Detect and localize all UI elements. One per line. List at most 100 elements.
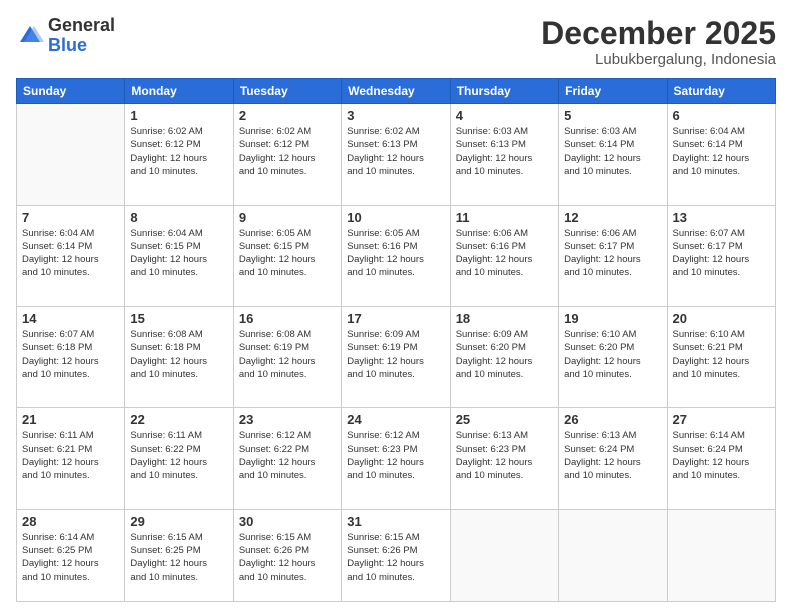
day-info: Sunrise: 6:10 AM Sunset: 6:21 PM Dayligh… xyxy=(673,328,770,381)
header: General Blue December 2025 Lubukbergalun… xyxy=(16,16,776,68)
day-number: 11 xyxy=(456,210,553,225)
day-info: Sunrise: 6:04 AM Sunset: 6:15 PM Dayligh… xyxy=(130,227,227,280)
day-cell-2-0-2: 2 Sunrise: 6:02 AM Sunset: 6:12 PM Dayli… xyxy=(233,104,341,205)
day-number: 25 xyxy=(456,412,553,427)
day-number: 24 xyxy=(347,412,444,427)
day-cell-27-3-6: 27 Sunrise: 6:14 AM Sunset: 6:24 PM Dayl… xyxy=(667,408,775,509)
day-info: Sunrise: 6:15 AM Sunset: 6:25 PM Dayligh… xyxy=(130,531,227,584)
day-cell-24-3-3: 24 Sunrise: 6:12 AM Sunset: 6:23 PM Dayl… xyxy=(342,408,450,509)
day-info: Sunrise: 6:10 AM Sunset: 6:20 PM Dayligh… xyxy=(564,328,661,381)
week-row-2: 7 Sunrise: 6:04 AM Sunset: 6:14 PM Dayli… xyxy=(17,205,776,306)
logo: General Blue xyxy=(16,16,115,56)
day-number: 17 xyxy=(347,311,444,326)
week-row-5: 28 Sunrise: 6:14 AM Sunset: 6:25 PM Dayl… xyxy=(17,509,776,601)
day-info: Sunrise: 6:02 AM Sunset: 6:12 PM Dayligh… xyxy=(239,125,336,178)
day-number: 27 xyxy=(673,412,770,427)
day-number: 16 xyxy=(239,311,336,326)
day-cell-31-4-3: 31 Sunrise: 6:15 AM Sunset: 6:26 PM Dayl… xyxy=(342,509,450,601)
day-info: Sunrise: 6:13 AM Sunset: 6:24 PM Dayligh… xyxy=(564,429,661,482)
weekday-header-row: Sunday Monday Tuesday Wednesday Thursday… xyxy=(17,79,776,104)
day-cell-9-1-2: 9 Sunrise: 6:05 AM Sunset: 6:15 PM Dayli… xyxy=(233,205,341,306)
day-cell-18-2-4: 18 Sunrise: 6:09 AM Sunset: 6:20 PM Dayl… xyxy=(450,307,558,408)
day-number: 7 xyxy=(22,210,119,225)
day-cell-5-0-5: 5 Sunrise: 6:03 AM Sunset: 6:14 PM Dayli… xyxy=(559,104,667,205)
day-number: 3 xyxy=(347,108,444,123)
day-info: Sunrise: 6:09 AM Sunset: 6:19 PM Dayligh… xyxy=(347,328,444,381)
day-cell-7-1-0: 7 Sunrise: 6:04 AM Sunset: 6:14 PM Dayli… xyxy=(17,205,125,306)
day-cell-19-2-5: 19 Sunrise: 6:10 AM Sunset: 6:20 PM Dayl… xyxy=(559,307,667,408)
day-cell-6-0-6: 6 Sunrise: 6:04 AM Sunset: 6:14 PM Dayli… xyxy=(667,104,775,205)
day-number: 22 xyxy=(130,412,227,427)
day-cell-1-0-1: 1 Sunrise: 6:02 AM Sunset: 6:12 PM Dayli… xyxy=(125,104,233,205)
day-cell-15-2-1: 15 Sunrise: 6:08 AM Sunset: 6:18 PM Dayl… xyxy=(125,307,233,408)
day-cell-10-1-3: 10 Sunrise: 6:05 AM Sunset: 6:16 PM Dayl… xyxy=(342,205,450,306)
day-cell-14-2-0: 14 Sunrise: 6:07 AM Sunset: 6:18 PM Dayl… xyxy=(17,307,125,408)
calendar-table: Sunday Monday Tuesday Wednesday Thursday… xyxy=(16,78,776,602)
day-info: Sunrise: 6:15 AM Sunset: 6:26 PM Dayligh… xyxy=(347,531,444,584)
day-cell-13-1-6: 13 Sunrise: 6:07 AM Sunset: 6:17 PM Dayl… xyxy=(667,205,775,306)
day-number: 9 xyxy=(239,210,336,225)
logo-icon xyxy=(16,22,44,50)
day-info: Sunrise: 6:13 AM Sunset: 6:23 PM Dayligh… xyxy=(456,429,553,482)
day-info: Sunrise: 6:07 AM Sunset: 6:18 PM Dayligh… xyxy=(22,328,119,381)
day-info: Sunrise: 6:05 AM Sunset: 6:16 PM Dayligh… xyxy=(347,227,444,280)
day-number: 4 xyxy=(456,108,553,123)
day-number: 23 xyxy=(239,412,336,427)
day-cell-28-4-0: 28 Sunrise: 6:14 AM Sunset: 6:25 PM Dayl… xyxy=(17,509,125,601)
day-number: 14 xyxy=(22,311,119,326)
day-info: Sunrise: 6:02 AM Sunset: 6:13 PM Dayligh… xyxy=(347,125,444,178)
day-number: 21 xyxy=(22,412,119,427)
day-number: 6 xyxy=(673,108,770,123)
day-info: Sunrise: 6:11 AM Sunset: 6:21 PM Dayligh… xyxy=(22,429,119,482)
day-cell-16-2-2: 16 Sunrise: 6:08 AM Sunset: 6:19 PM Dayl… xyxy=(233,307,341,408)
day-number: 8 xyxy=(130,210,227,225)
day-info: Sunrise: 6:06 AM Sunset: 6:17 PM Dayligh… xyxy=(564,227,661,280)
week-row-4: 21 Sunrise: 6:11 AM Sunset: 6:21 PM Dayl… xyxy=(17,408,776,509)
header-tuesday: Tuesday xyxy=(233,79,341,104)
day-cell-empty-4-4 xyxy=(450,509,558,601)
day-cell-25-3-4: 25 Sunrise: 6:13 AM Sunset: 6:23 PM Dayl… xyxy=(450,408,558,509)
day-info: Sunrise: 6:06 AM Sunset: 6:16 PM Dayligh… xyxy=(456,227,553,280)
day-number: 15 xyxy=(130,311,227,326)
page: General Blue December 2025 Lubukbergalun… xyxy=(0,0,792,612)
day-number: 18 xyxy=(456,311,553,326)
day-number: 12 xyxy=(564,210,661,225)
day-info: Sunrise: 6:02 AM Sunset: 6:12 PM Dayligh… xyxy=(130,125,227,178)
logo-blue-text: Blue xyxy=(48,35,87,55)
week-row-1: 1 Sunrise: 6:02 AM Sunset: 6:12 PM Dayli… xyxy=(17,104,776,205)
day-number: 30 xyxy=(239,514,336,529)
day-info: Sunrise: 6:14 AM Sunset: 6:24 PM Dayligh… xyxy=(673,429,770,482)
day-number: 13 xyxy=(673,210,770,225)
day-cell-empty-4-6 xyxy=(667,509,775,601)
day-cell-23-3-2: 23 Sunrise: 6:12 AM Sunset: 6:22 PM Dayl… xyxy=(233,408,341,509)
day-number: 10 xyxy=(347,210,444,225)
day-info: Sunrise: 6:04 AM Sunset: 6:14 PM Dayligh… xyxy=(673,125,770,178)
day-cell-4-0-4: 4 Sunrise: 6:03 AM Sunset: 6:13 PM Dayli… xyxy=(450,104,558,205)
day-info: Sunrise: 6:03 AM Sunset: 6:14 PM Dayligh… xyxy=(564,125,661,178)
day-number: 2 xyxy=(239,108,336,123)
header-friday: Friday xyxy=(559,79,667,104)
day-cell-11-1-4: 11 Sunrise: 6:06 AM Sunset: 6:16 PM Dayl… xyxy=(450,205,558,306)
day-info: Sunrise: 6:14 AM Sunset: 6:25 PM Dayligh… xyxy=(22,531,119,584)
day-number: 1 xyxy=(130,108,227,123)
day-number: 28 xyxy=(22,514,119,529)
day-info: Sunrise: 6:04 AM Sunset: 6:14 PM Dayligh… xyxy=(22,227,119,280)
day-cell-empty-0-0 xyxy=(17,104,125,205)
day-number: 26 xyxy=(564,412,661,427)
day-info: Sunrise: 6:08 AM Sunset: 6:19 PM Dayligh… xyxy=(239,328,336,381)
header-monday: Monday xyxy=(125,79,233,104)
day-info: Sunrise: 6:05 AM Sunset: 6:15 PM Dayligh… xyxy=(239,227,336,280)
header-thursday: Thursday xyxy=(450,79,558,104)
day-number: 31 xyxy=(347,514,444,529)
day-info: Sunrise: 6:09 AM Sunset: 6:20 PM Dayligh… xyxy=(456,328,553,381)
day-info: Sunrise: 6:08 AM Sunset: 6:18 PM Dayligh… xyxy=(130,328,227,381)
day-cell-29-4-1: 29 Sunrise: 6:15 AM Sunset: 6:25 PM Dayl… xyxy=(125,509,233,601)
day-info: Sunrise: 6:11 AM Sunset: 6:22 PM Dayligh… xyxy=(130,429,227,482)
title-block: December 2025 Lubukbergalung, Indonesia xyxy=(541,16,776,68)
day-cell-12-1-5: 12 Sunrise: 6:06 AM Sunset: 6:17 PM Dayl… xyxy=(559,205,667,306)
day-info: Sunrise: 6:12 AM Sunset: 6:23 PM Dayligh… xyxy=(347,429,444,482)
day-cell-20-2-6: 20 Sunrise: 6:10 AM Sunset: 6:21 PM Dayl… xyxy=(667,307,775,408)
logo-general-text: General xyxy=(48,15,115,35)
day-cell-22-3-1: 22 Sunrise: 6:11 AM Sunset: 6:22 PM Dayl… xyxy=(125,408,233,509)
header-saturday: Saturday xyxy=(667,79,775,104)
